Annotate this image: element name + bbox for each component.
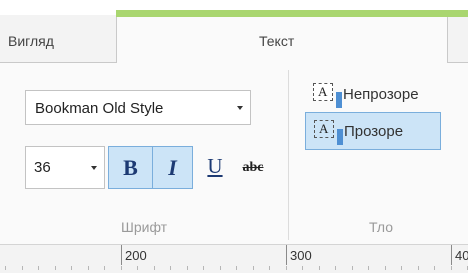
bold-button[interactable]: B: [108, 146, 153, 189]
ruler-minor-tick: [302, 266, 303, 270]
ruler: 200 300 40: [0, 245, 468, 273]
ruler-minor-tick: [38, 266, 39, 270]
ruler-minor-tick: [434, 266, 435, 270]
ruler-minor-tick: [203, 266, 204, 270]
ruler-minor-tick: [154, 266, 155, 270]
ruler-minor-tick: [121, 266, 122, 270]
ruler-minor-tick: [335, 266, 336, 270]
ruler-minor-tick: [88, 266, 89, 270]
ruler-minor-tick: [368, 266, 369, 270]
ruler-minor-tick: [104, 266, 105, 270]
transparent-background-button[interactable]: A Прозоре: [305, 112, 441, 150]
strikethrough-button[interactable]: abc: [232, 146, 274, 189]
ruler-minor-tick: [319, 266, 320, 270]
ruler-label: 300: [290, 248, 312, 263]
ruler-minor-tick: [253, 266, 254, 270]
ruler-major-tick: [451, 245, 452, 265]
underline-icon: U: [207, 154, 223, 178]
tab-view[interactable]: Вигляд: [0, 17, 116, 62]
tab-text[interactable]: Текст: [116, 17, 448, 63]
font-family-dropdown[interactable]: Bookman Old Style: [25, 90, 251, 125]
ruler-minor-tick: [170, 266, 171, 270]
ruler-minor-tick: [385, 266, 386, 270]
ruler-minor-tick: [22, 266, 23, 270]
ruler-minor-tick: [269, 266, 270, 270]
font-size-dropdown[interactable]: 36: [25, 146, 105, 189]
ruler-minor-tick: [418, 266, 419, 270]
italic-button[interactable]: I: [153, 146, 193, 189]
ruler-minor-tick: [137, 266, 138, 270]
italic-icon: I: [168, 155, 177, 180]
transparent-background-icon: A: [314, 120, 343, 145]
ruler-major-tick: [286, 245, 287, 265]
ruler-minor-tick: [55, 266, 56, 270]
ruler-minor-tick: [352, 266, 353, 270]
strikethrough-icon: abc: [242, 160, 264, 175]
tab-view-label: Вигляд: [8, 33, 54, 49]
ruler-minor-tick: [71, 266, 72, 270]
ruler-label: 40: [455, 248, 468, 263]
ruler-minor-tick: [5, 266, 6, 270]
opaque-background-icon: A: [313, 83, 342, 108]
ruler-minor-tick: [286, 266, 287, 270]
opaque-background-button[interactable]: A Непрозоре: [305, 76, 468, 114]
chevron-down-icon: [237, 106, 243, 110]
group-separator: [288, 70, 289, 240]
chevron-down-icon: [91, 166, 97, 170]
font-family-value: Bookman Old Style: [35, 100, 164, 117]
ruler-minor-tick: [220, 266, 221, 270]
font-size-value: 36: [34, 159, 51, 176]
tab-text-label: Текст: [259, 33, 295, 49]
font-group-label: Шрифт: [121, 219, 168, 235]
ruler-minor-tick: [401, 266, 402, 270]
opaque-background-label: Непрозоре: [343, 86, 419, 103]
background-group-label: Тло: [369, 219, 394, 235]
ruler-minor-tick: [187, 266, 188, 270]
ruler-major-tick: [121, 245, 122, 265]
ruler-minor-tick: [236, 266, 237, 270]
ruler-minor-tick: [451, 266, 452, 270]
transparent-background-label: Прозоре: [344, 123, 404, 140]
bold-icon: B: [123, 155, 138, 180]
active-tab-accent: [116, 10, 468, 17]
ruler-label: 200: [125, 248, 147, 263]
underline-button[interactable]: U: [200, 146, 230, 189]
